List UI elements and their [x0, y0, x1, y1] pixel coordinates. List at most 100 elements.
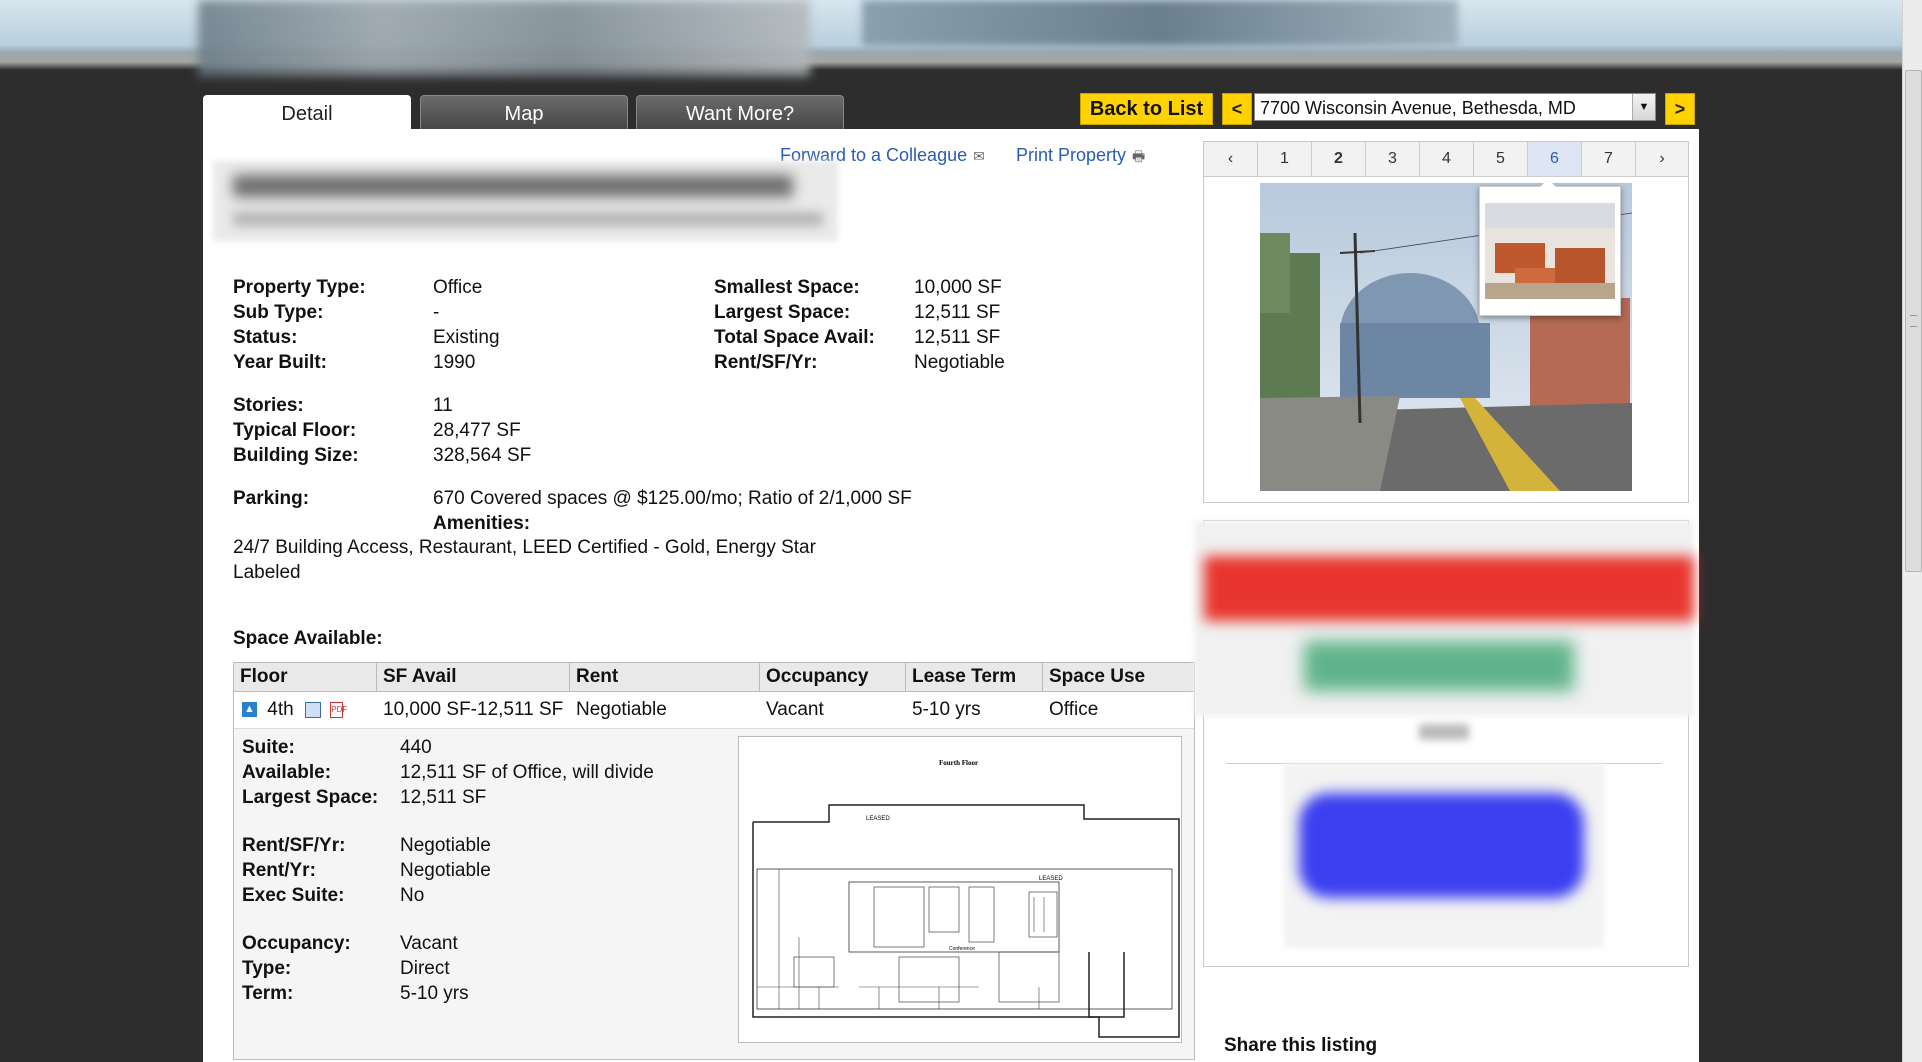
- col-occupancy[interactable]: Occupancy: [760, 663, 906, 691]
- col-space-use[interactable]: Space Use: [1043, 663, 1194, 691]
- pager-page-5[interactable]: 5: [1474, 142, 1528, 176]
- chevron-left-icon: <: [1231, 99, 1243, 119]
- detail-label: Stories:: [233, 395, 304, 416]
- back-to-list-button[interactable]: Back to List: [1080, 93, 1213, 125]
- detail-value: 28,477 SF: [433, 420, 521, 441]
- detail-label: Building Size:: [233, 445, 359, 466]
- pager-prev-button[interactable]: ‹: [1204, 142, 1258, 176]
- parking-label: Parking:: [233, 488, 310, 509]
- space-detail-value: 440: [400, 737, 432, 758]
- pager-next-button[interactable]: ›: [1636, 142, 1688, 176]
- table-header: Floor SF Avail Rent Occupancy Lease Term…: [234, 663, 1194, 692]
- ad-banner: [1194, 521, 1694, 716]
- tab-want-more[interactable]: Want More?: [636, 95, 844, 130]
- space-detail-label: Term:: [242, 983, 294, 1004]
- parking-row: Parking:: [233, 486, 309, 511]
- collapse-icon[interactable]: ▲: [242, 702, 257, 718]
- previous-property-button[interactable]: <: [1222, 93, 1252, 125]
- tab-detail[interactable]: Detail: [203, 95, 411, 131]
- space-detail-panel: Suite: 440 Available: 12,511 SF of Office,…: [234, 729, 1194, 1059]
- detail-value: -: [433, 302, 440, 323]
- office-interior-thumbnail: [1485, 203, 1615, 299]
- envelope-icon: ✉: [973, 148, 985, 164]
- detail-value: 11: [433, 395, 453, 416]
- chevron-right-icon: >: [1674, 99, 1686, 119]
- cell-space-use: Office: [1049, 699, 1099, 720]
- floor-plan-conference: Conference: [949, 946, 975, 952]
- site-logo[interactable]: [198, 0, 810, 76]
- detail-label: Status:: [233, 327, 298, 348]
- space-table: Floor SF Avail Rent Occupancy Lease Term…: [233, 662, 1195, 1060]
- chevron-left-icon: ‹: [1227, 150, 1234, 167]
- space-detail-value: 5-10 yrs: [400, 983, 469, 1004]
- amenities-line-1: 24/7 Building Access, Restaurant, LEED C…: [233, 537, 816, 558]
- share-listing-heading: Share this listing: [1224, 1035, 1378, 1056]
- tab-map[interactable]: Map: [420, 95, 628, 130]
- chevron-right-icon: ›: [1659, 150, 1665, 167]
- page-scrollbar[interactable]: [1902, 0, 1922, 1062]
- space-detail-label: Rent/Yr:: [242, 860, 316, 881]
- advertisement[interactable]: [1194, 520, 1694, 967]
- table-row[interactable]: ▲ 4th PDF 10,000 SF-12,511 SF Negotiable…: [234, 692, 1194, 729]
- scrollbar-thumb[interactable]: [1905, 70, 1922, 572]
- printer-icon: 🖶: [1132, 148, 1146, 164]
- property-address-select[interactable]: 7700 Wisconsin Avenue, Bethesda, MD ▼: [1254, 93, 1656, 121]
- banner-ad: [862, 0, 1458, 46]
- floor-plan-title: Fourth Floor: [939, 759, 978, 767]
- photo-pager: ‹ 1 2 3 4 5 6 7 ›: [1204, 142, 1688, 177]
- detail-value: 328,564 SF: [433, 445, 532, 466]
- detail-value: Negotiable: [914, 352, 1005, 373]
- pager-page-7[interactable]: 7: [1582, 142, 1636, 176]
- pager-page-2[interactable]: 2: [1312, 142, 1366, 176]
- print-property-link[interactable]: Print Property 🖶: [1016, 145, 1145, 170]
- cell-floor: ▲ 4th PDF: [236, 692, 379, 728]
- address-select-value: 7700 Wisconsin Avenue, Bethesda, MD: [1260, 98, 1576, 118]
- cell-sf-avail: 10,000 SF-12,511 SF: [383, 699, 564, 720]
- space-detail-label: Type:: [242, 958, 292, 979]
- pager-page-3[interactable]: 3: [1366, 142, 1420, 176]
- cell-occupancy: Vacant: [766, 699, 824, 720]
- detail-value: Existing: [433, 327, 500, 348]
- detail-value: 10,000 SF: [914, 277, 1002, 298]
- pager-page-6[interactable]: 6: [1528, 142, 1582, 176]
- detail-value: Office: [433, 277, 483, 298]
- floorplan-icon[interactable]: [304, 701, 321, 718]
- floor-plan-drawing: Fourth Floor LEASED LEASED Conference: [752, 759, 1180, 1038]
- space-detail-value: No: [400, 885, 425, 906]
- property-title: [213, 161, 838, 241]
- space-detail-value: Negotiable: [400, 835, 491, 856]
- chevron-down-icon[interactable]: ▼: [1632, 94, 1655, 120]
- amenities-line-2: Labeled: [233, 562, 301, 583]
- space-detail-label: Exec Suite:: [242, 885, 345, 906]
- pager-page-1[interactable]: 1: [1258, 142, 1312, 176]
- ad-image: [1284, 763, 1604, 948]
- space-detail-label: Occupancy:: [242, 933, 351, 954]
- col-sf-avail[interactable]: SF Avail: [377, 663, 570, 691]
- detail-label: Typical Floor:: [233, 420, 357, 441]
- print-label: Print Property: [1016, 145, 1127, 165]
- detail-label: Largest Space:: [714, 302, 851, 323]
- col-floor[interactable]: Floor: [234, 663, 377, 691]
- cell-rent: Negotiable: [576, 699, 667, 720]
- space-detail-value: Vacant: [400, 933, 458, 954]
- space-detail-label: Available:: [242, 762, 332, 783]
- floor-plan-image[interactable]: Fourth Floor LEASED LEASED Conference: [738, 736, 1182, 1043]
- space-detail-value: Negotiable: [400, 860, 491, 881]
- detail-label: Rent/SF/Yr:: [714, 352, 818, 373]
- detail-label: Smallest Space:: [714, 277, 860, 298]
- floor-value: 4th: [267, 699, 294, 720]
- amenities-label: Amenities:: [433, 513, 531, 534]
- detail-label: Property Type:: [233, 277, 366, 298]
- col-lease-term[interactable]: Lease Term: [906, 663, 1043, 691]
- pdf-icon[interactable]: PDF: [330, 701, 347, 718]
- space-detail-label: Rent/SF/Yr:: [242, 835, 346, 856]
- detail-value: 12,511 SF: [914, 302, 1001, 323]
- detail-value: 1990: [433, 352, 476, 373]
- detail-value: 12,511 SF: [914, 327, 1001, 348]
- detail-label: Sub Type:: [233, 302, 324, 323]
- pager-page-4[interactable]: 4: [1420, 142, 1474, 176]
- next-property-button[interactable]: >: [1665, 93, 1695, 125]
- space-detail-label: Largest Space:: [242, 787, 379, 808]
- col-rent[interactable]: Rent: [570, 663, 760, 691]
- photo-thumbnail-popup[interactable]: [1479, 179, 1621, 316]
